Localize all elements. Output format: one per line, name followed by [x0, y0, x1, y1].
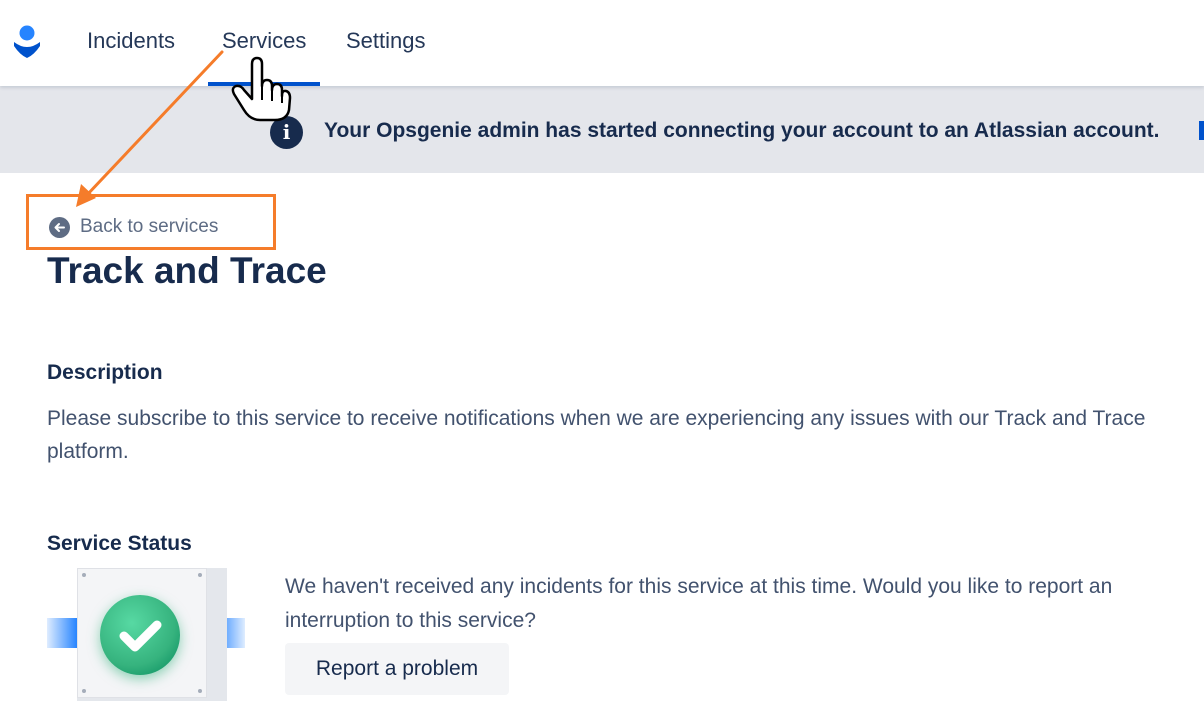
nav-item-incidents[interactable]: Incidents: [87, 28, 175, 54]
active-tab-indicator: [208, 82, 320, 86]
status-panel: [77, 568, 227, 701]
status-panel-inner: [77, 568, 207, 698]
status-illustration: [47, 568, 247, 703]
status-page: Incidents Services Settings i Your Opsge…: [0, 0, 1204, 711]
report-problem-button[interactable]: Report a problem: [285, 643, 509, 695]
opsgenie-logo-icon[interactable]: [12, 25, 42, 59]
nav-item-services[interactable]: Services: [222, 28, 306, 54]
description-text: Please subscribe to this service to rece…: [47, 407, 1146, 463]
info-banner: i Your Opsgenie admin has started connec…: [0, 86, 1204, 173]
panel-dot: [198, 689, 202, 693]
banner-message: Your Opsgenie admin has started connecti…: [324, 119, 1160, 142]
service-status-heading: Service Status: [47, 532, 192, 555]
status-bar-left: [47, 618, 77, 648]
description-heading: Description: [47, 361, 163, 384]
back-link-label: Back to services: [80, 216, 219, 237]
info-icon: i: [270, 116, 303, 149]
panel-dot: [198, 573, 202, 577]
banner-link[interactable]: [1199, 121, 1204, 140]
nav-item-settings[interactable]: Settings: [346, 28, 426, 54]
panel-dot: [82, 689, 86, 693]
page-title: Track and Trace: [47, 250, 327, 291]
back-arrow-icon: [49, 216, 70, 238]
back-to-services-link[interactable]: Back to services: [49, 215, 218, 239]
status-message: We haven't received any incidents for th…: [285, 575, 1113, 632]
check-icon: [100, 595, 180, 675]
top-navigation: Incidents Services Settings: [0, 0, 1204, 86]
panel-dot: [82, 573, 86, 577]
